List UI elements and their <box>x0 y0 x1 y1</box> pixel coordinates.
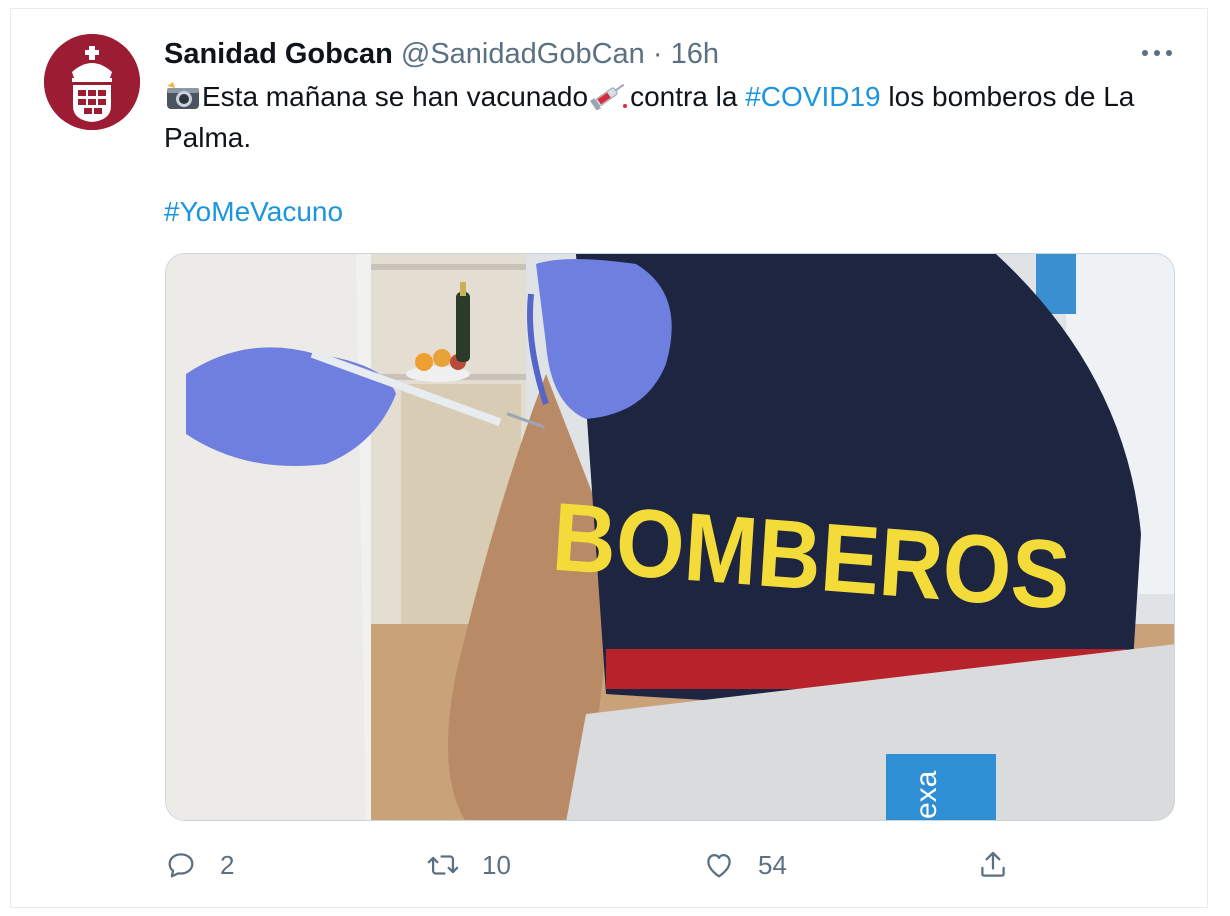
retweet-count: 10 <box>482 849 511 880</box>
syringe-icon <box>589 80 629 119</box>
avatar[interactable] <box>44 34 140 130</box>
retweet-icon <box>427 855 459 875</box>
vaccination-photo: exa BOMBEROS <box>166 254 1174 820</box>
more-icon <box>1142 50 1148 56</box>
reply-icon <box>168 853 194 878</box>
tweet-text-part2: contra la <box>630 81 746 112</box>
hashtag-yomevacuno-link[interactable]: #YoMeVacuno <box>164 196 343 227</box>
timestamp[interactable]: 16h <box>671 38 719 70</box>
tweet-text: Esta mañana se han vacunado contra la #C… <box>164 78 1184 230</box>
chair-label: exa <box>910 770 943 819</box>
reply-button[interactable]: 2 <box>164 842 234 888</box>
tweet-header: Sanidad Gobcan @SanidadGobCan · 16h <box>164 36 719 72</box>
more-icon-dot <box>1166 50 1172 56</box>
coat-of-arms-logo <box>44 34 140 130</box>
author-handle[interactable]: @SanidadGobCan <box>401 38 645 70</box>
retweet-button[interactable]: 10 <box>426 842 511 888</box>
heart-icon <box>707 853 731 878</box>
like-count: 54 <box>758 849 787 880</box>
share-button[interactable] <box>976 842 1010 888</box>
author-name[interactable]: Sanidad Gobcan <box>164 38 393 70</box>
tweet-photo[interactable]: exa BOMBEROS <box>165 253 1175 821</box>
tweet-text-part1: Esta mañana se han vacunado <box>202 81 589 112</box>
more-options-button[interactable] <box>1140 40 1174 66</box>
separator-dot: · <box>652 38 663 70</box>
share-icon <box>981 851 1005 877</box>
camera-flash-icon <box>165 80 201 119</box>
hashtag-covid19-link[interactable]: #COVID19 <box>745 81 880 112</box>
tweet-actions-bar: 2 10 54 <box>164 842 1024 888</box>
more-icon-dot <box>1154 50 1160 56</box>
like-button[interactable]: 54 <box>702 842 787 888</box>
reply-count: 2 <box>220 849 235 880</box>
